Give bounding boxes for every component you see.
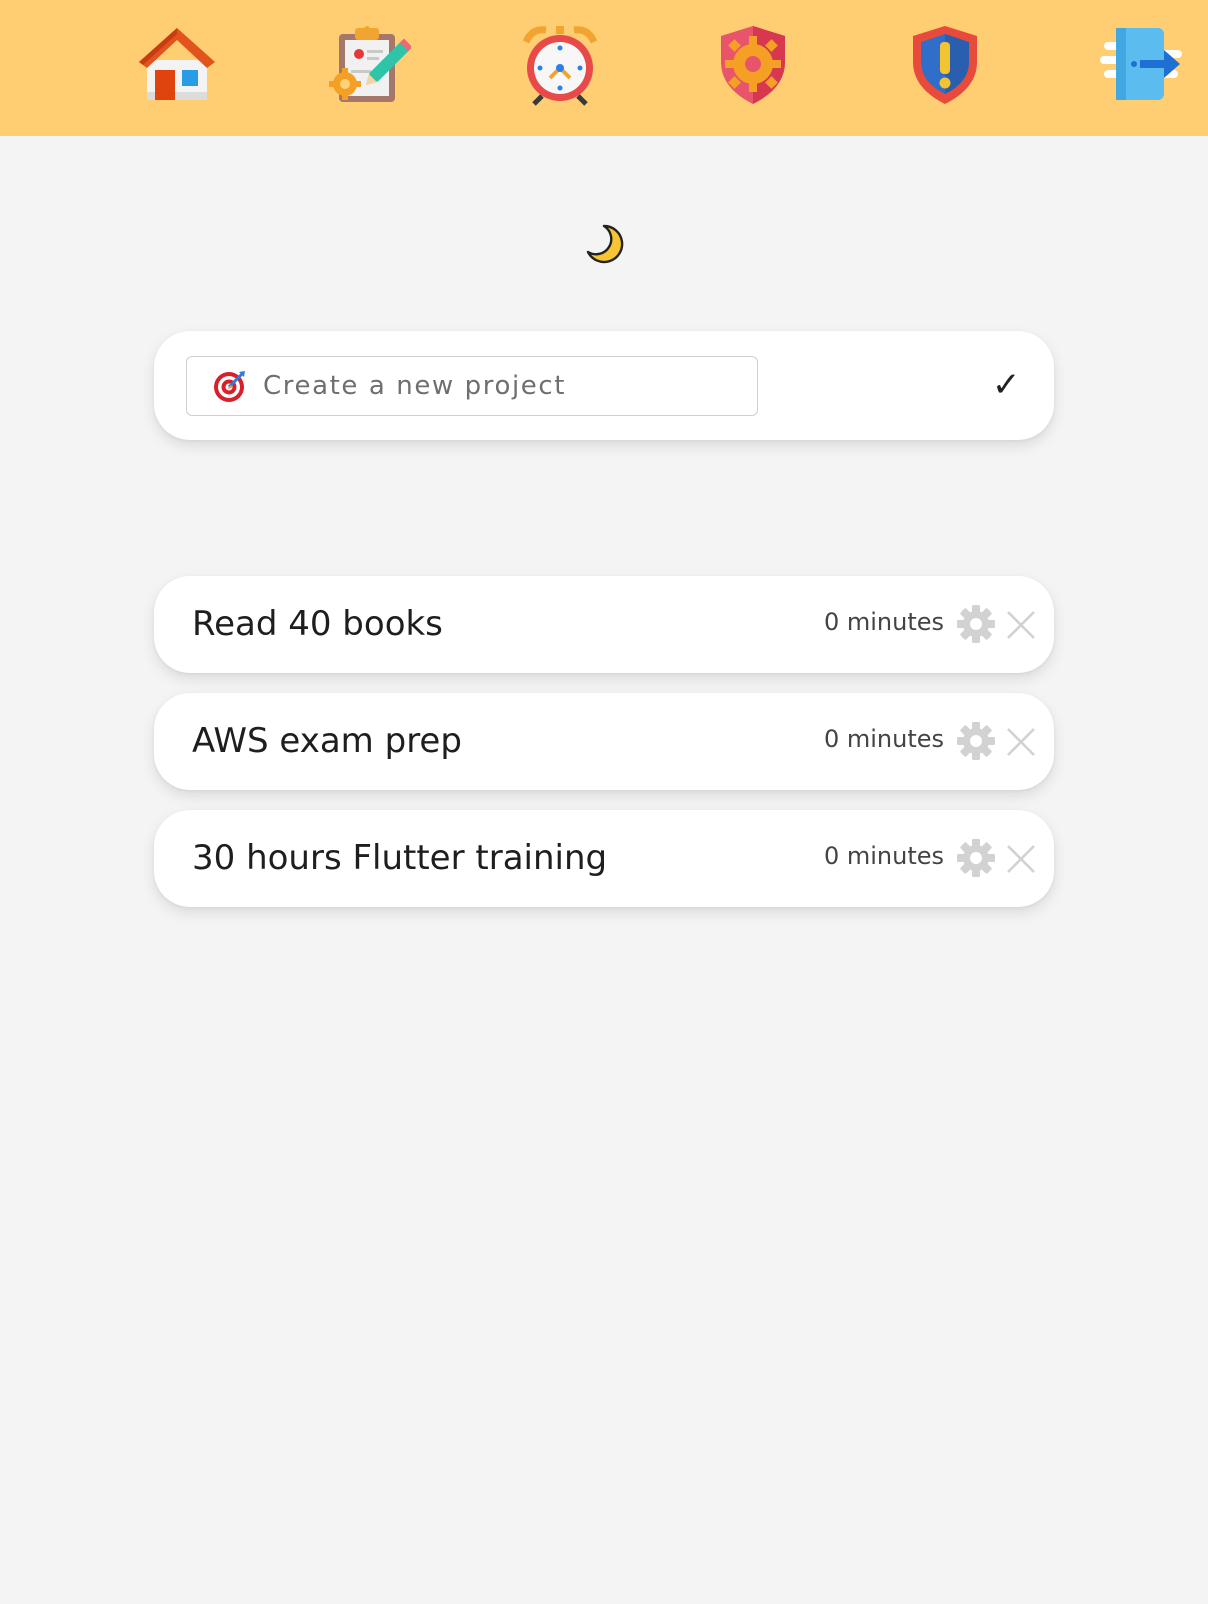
close-icon (1007, 728, 1035, 756)
project-settings-button[interactable] (956, 604, 996, 644)
nav-logout-button[interactable] (1096, 20, 1184, 108)
project-name: 30 hours Flutter training (192, 838, 608, 878)
warning-shield-icon (913, 26, 977, 104)
project-delete-button[interactable] (1006, 844, 1036, 874)
project-card[interactable]: AWS exam prep 0 minutes (154, 693, 1054, 790)
project-delete-button[interactable] (1006, 727, 1036, 757)
nav-home-button[interactable] (133, 20, 221, 108)
nav-alerts-button[interactable] (901, 20, 989, 108)
project-settings-button[interactable] (956, 721, 996, 761)
theme-toggle-button[interactable] (582, 222, 626, 266)
create-project-field (186, 356, 758, 416)
project-settings-button[interactable] (956, 838, 996, 878)
close-icon (1007, 845, 1035, 873)
project-name: Read 40 books (192, 604, 443, 644)
project-delete-button[interactable] (1006, 610, 1036, 640)
gear-icon (957, 722, 995, 760)
project-duration: 0 minutes (823, 725, 944, 753)
submit-project-button[interactable]: ✓ (992, 363, 1021, 407)
gear-shield-icon (721, 26, 785, 104)
create-project-card: ✓ (154, 331, 1054, 440)
nav-tasks-button[interactable] (323, 20, 411, 108)
project-card[interactable]: Read 40 books 0 minutes (154, 576, 1054, 673)
clipboard-pencil-icon (329, 26, 411, 102)
gear-icon (957, 605, 995, 643)
close-icon (1007, 611, 1035, 639)
project-name: AWS exam prep (192, 721, 462, 761)
top-nav-bar (0, 0, 1208, 136)
nav-timer-button[interactable] (516, 20, 604, 108)
alarm-clock-icon (522, 26, 598, 106)
logout-door-icon (1100, 28, 1182, 100)
project-card[interactable]: 30 hours Flutter training 0 minutes (154, 810, 1054, 907)
project-duration: 0 minutes (823, 842, 944, 870)
crescent-moon-icon (586, 224, 624, 264)
nav-settings-button[interactable] (709, 20, 797, 108)
house-icon (139, 28, 215, 100)
create-project-input[interactable] (263, 357, 743, 414)
target-dart-icon (214, 371, 245, 402)
project-duration: 0 minutes (823, 608, 944, 636)
gear-icon (957, 839, 995, 877)
